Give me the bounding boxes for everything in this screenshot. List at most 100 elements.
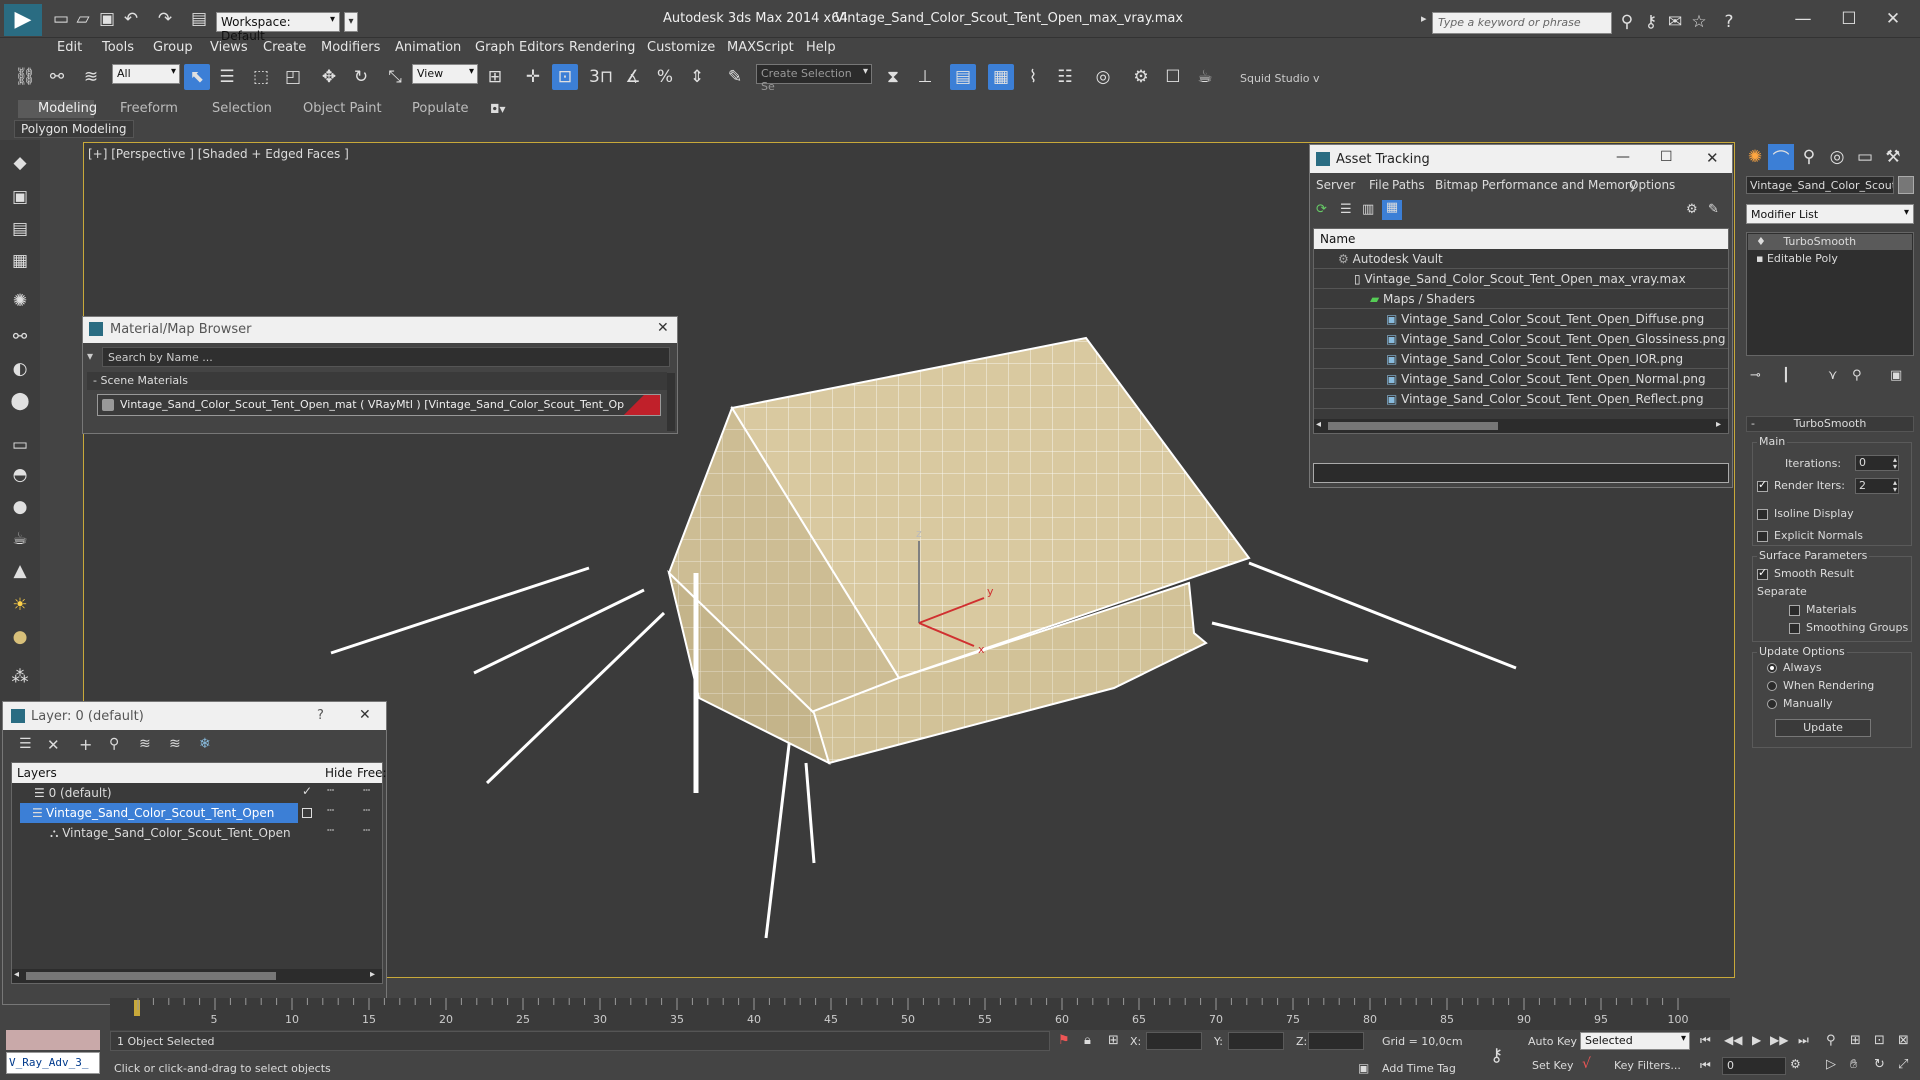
asset-path-field[interactable] <box>1313 463 1729 483</box>
selected-set-dropdown[interactable]: Selected ▾ <box>1580 1032 1690 1050</box>
scene-explorer-icon[interactable]: ▦ <box>988 64 1014 90</box>
menu-customize[interactable]: Customize <box>647 40 715 58</box>
help-icon[interactable]: ? <box>1716 9 1742 35</box>
stack-item-editable-poly[interactable]: ▪ Editable Poly <box>1748 251 1912 267</box>
key-filters-button[interactable]: Key Filters... <box>1614 1059 1681 1072</box>
menu-animation[interactable]: Animation <box>395 40 461 58</box>
menu-tools[interactable]: Tools <box>102 40 134 58</box>
update-manually-radio[interactable]: Manually <box>1767 697 1833 710</box>
play-icon[interactable]: ▶ <box>1752 1033 1761 1047</box>
squid-studio-label[interactable]: Squid Studio v <box>1240 72 1320 85</box>
favorites-star-icon[interactable]: ☆ <box>1686 9 1712 35</box>
bind-space-warp-icon[interactable]: ≋ <box>78 64 104 90</box>
viewport-nav-icon[interactable]: ◆ <box>7 150 33 176</box>
pin-stack-icon[interactable]: ⊸ <box>1750 368 1761 383</box>
smooth-result-checkbox[interactable]: Smooth Result <box>1757 566 1854 580</box>
freeze-toggle[interactable]: ┄ <box>363 823 370 837</box>
maximize-window-icon[interactable]: ☐ <box>1836 6 1862 32</box>
delete-layer-icon[interactable]: ✕ <box>47 736 60 754</box>
scroll-thumb[interactable] <box>26 972 276 980</box>
layer-column-hide[interactable]: Hide <box>325 766 352 780</box>
asset-tracking-titlebar[interactable]: Asset Tracking — ☐ ✕ <box>1310 145 1732 173</box>
pivot-center-icon[interactable]: ⊞ <box>482 64 508 90</box>
update-when-rendering-radio[interactable]: When Rendering <box>1767 679 1874 692</box>
reference-coordinate-dropdown[interactable]: View ▾ <box>412 64 478 84</box>
helper-icon[interactable]: ◐ <box>7 356 33 382</box>
hide-toggle[interactable]: ┄ <box>327 803 334 817</box>
scene-list-icon[interactable]: ▤ <box>7 216 33 242</box>
light-lister-icon[interactable]: ✺ <box>7 288 33 314</box>
asset-row-normal[interactable]: ▣ Vintage_Sand_Color_Scout_Tent_Open_Nor… <box>1314 369 1728 389</box>
asset-row-vault[interactable]: ⚙ Autodesk Vault <box>1314 249 1728 269</box>
material-editor-icon[interactable]: ◎ <box>1090 64 1116 90</box>
render-iters-checkbox[interactable]: Render Iters: <box>1757 478 1845 492</box>
when-rendering-radio[interactable] <box>1767 681 1777 691</box>
layer-column-freeze[interactable]: Free: <box>357 766 387 780</box>
spinner-arrows-icon[interactable]: ▴ ▾ <box>1893 479 1897 494</box>
thumbnail-view-icon[interactable]: ▥ <box>1362 202 1374 217</box>
layer-column-layers[interactable]: Layers <box>17 766 57 780</box>
asset-menu-bitmap-performance[interactable]: Bitmap Performance and Memory <box>1435 178 1637 192</box>
go-to-end-icon[interactable]: ⏭ <box>1798 1033 1809 1048</box>
workspace-extra-button[interactable]: ▾ <box>344 12 358 32</box>
named-selection-set-dropdown[interactable]: Create Selection Se ▾ <box>756 64 872 93</box>
key-mode-icon[interactable]: ⚷ <box>1490 1045 1503 1066</box>
maxscript-listener-mini[interactable] <box>6 1030 100 1050</box>
layer-tool-icon[interactable]: ▣ <box>7 184 33 210</box>
scroll-left-icon[interactable]: ◂ <box>1316 419 1321 430</box>
edit-named-selection-icon[interactable]: ✎ <box>722 64 748 90</box>
hide-all-layers-icon[interactable]: ≋ <box>169 736 181 752</box>
spinner-snap-icon[interactable]: ⇕ <box>684 64 710 90</box>
search-expand-icon[interactable]: ▸ <box>1421 12 1427 25</box>
create-tab-icon[interactable]: ✺ <box>1742 144 1768 170</box>
asset-column-header[interactable]: Name <box>1314 229 1728 249</box>
mirror-icon[interactable]: ⧗ <box>880 64 906 90</box>
tab-populate[interactable]: Populate <box>412 101 469 121</box>
unlink-icon[interactable]: ⚯ <box>44 64 70 90</box>
close-window-icon[interactable]: ✕ <box>1880 6 1906 32</box>
asset-row-reflect[interactable]: ▣ Vintage_Sand_Color_Scout_Tent_Open_Ref… <box>1314 389 1728 409</box>
asset-menu-server[interactable]: Server <box>1316 178 1355 192</box>
modifier-list-dropdown[interactable]: Modifier List ▾ <box>1746 204 1914 224</box>
select-and-scale-icon[interactable]: ⤡ <box>382 64 408 90</box>
utilities-tab-icon[interactable]: ⚒ <box>1880 144 1906 170</box>
table-view-icon[interactable]: ▦ <box>1382 200 1402 220</box>
select-and-rotate-icon[interactable]: ↻ <box>348 64 374 90</box>
layer-manager-titlebar[interactable]: Layer: 0 (default) ? ✕ <box>3 702 386 730</box>
select-and-manipulate-icon[interactable]: ✛ <box>520 64 546 90</box>
materials-check[interactable] <box>1789 604 1800 616</box>
minimize-window-icon[interactable]: — <box>1790 6 1816 32</box>
current-layer-toggle[interactable] <box>302 808 312 818</box>
workspace-dropdown[interactable]: Workspace: Default ▾ <box>216 12 340 43</box>
configure-sets-icon[interactable]: ▣ <box>1890 368 1902 383</box>
time-tag-icon[interactable]: ▣ <box>1358 1061 1369 1075</box>
asset-row-ior[interactable]: ▣ Vintage_Sand_Color_Scout_Tent_Open_IOR… <box>1314 349 1728 369</box>
teapot-icon[interactable]: ☕ <box>7 526 33 552</box>
remove-modifier-icon[interactable]: ⚲ <box>1852 368 1862 383</box>
help-icon[interactable]: ? <box>317 708 324 723</box>
menu-graph-editors[interactable]: Graph Editors <box>475 40 564 58</box>
layer-row-default[interactable]: ☰ 0 (default) ✓ ┄ ┄ <box>12 783 382 803</box>
close-icon[interactable]: ✕ <box>657 320 669 336</box>
keyword-search-input[interactable]: Type a keyword or phrase <box>1432 12 1612 34</box>
display-tab-icon[interactable]: ▭ <box>1852 144 1878 170</box>
window-crossing-icon[interactable]: ◰ <box>280 64 306 90</box>
current-frame-field[interactable]: 0 <box>1722 1057 1786 1075</box>
zoom-all-icon[interactable]: ⊞ <box>1850 1033 1861 1048</box>
separate-materials-checkbox[interactable]: Materials <box>1789 603 1856 616</box>
scroll-left-icon[interactable]: ◂ <box>14 969 19 980</box>
redo-icon[interactable]: ↷ <box>152 6 178 32</box>
asset-row-diffuse[interactable]: ▣ Vintage_Sand_Color_Scout_Tent_Open_Dif… <box>1314 309 1728 329</box>
zoom-extents-icon[interactable]: ⊡ <box>1874 1033 1885 1048</box>
freeze-all-layers-icon[interactable]: ❄ <box>199 736 211 752</box>
select-and-link-icon[interactable]: ⛓ <box>12 64 38 90</box>
update-button[interactable]: Update <box>1775 719 1871 737</box>
render-iters-check[interactable] <box>1757 478 1768 492</box>
minimize-icon[interactable]: — <box>1616 149 1630 165</box>
material-search-input[interactable]: Search by Name ... <box>102 347 670 367</box>
highlight-layer-icon[interactable]: ≋ <box>139 736 151 752</box>
asset-row-maps-shaders[interactable]: ▰ Maps / Shaders <box>1314 289 1728 309</box>
hide-toggle[interactable]: ┄ <box>327 783 334 797</box>
scroll-right-icon[interactable]: ▸ <box>1716 419 1721 430</box>
asset-row-glossiness[interactable]: ▣ Vintage_Sand_Color_Scout_Tent_Open_Glo… <box>1314 329 1728 349</box>
